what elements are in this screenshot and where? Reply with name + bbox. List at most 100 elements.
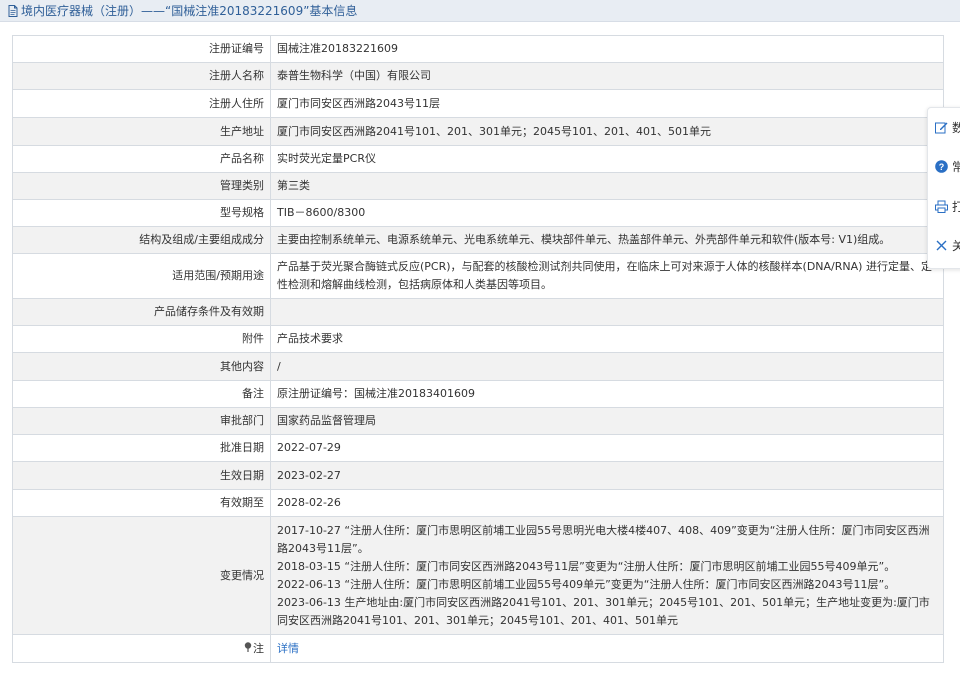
row-label: 变更情况 bbox=[220, 568, 264, 582]
info-row: 注册人名称 泰普生物科学（中国）有限公司 bbox=[12, 62, 944, 90]
row-value: 2023-02-27 bbox=[277, 468, 341, 482]
row-value: 国械注准20183221609 bbox=[277, 42, 398, 55]
pin-icon bbox=[244, 640, 252, 658]
info-row: 产品储存条件及有效期 bbox=[12, 298, 944, 326]
info-row: 管理类别 第三类 bbox=[12, 172, 944, 200]
info-row: 结构及组成/主要组成成分 主要由控制系统单元、电源系统单元、光电系统单元、模块部件… bbox=[12, 226, 944, 254]
document-icon bbox=[8, 4, 18, 17]
info-row: 审批部门 国家药品监督管理局 bbox=[12, 407, 944, 435]
change-history-cell: 2017-10-27 “注册人住所：厦门市思明区前埔工业园55号思明光电大楼4楼… bbox=[270, 516, 944, 635]
note-row: 注详情 bbox=[12, 634, 944, 663]
row-label-cell: 其他内容 bbox=[12, 352, 271, 381]
row-label-cell: 备注 bbox=[12, 380, 271, 408]
info-row: 生效日期 2023-02-27 bbox=[12, 461, 944, 490]
float-item-faq[interactable]: ? 常 bbox=[928, 156, 960, 176]
row-label-cell: 产品储存条件及有效期 bbox=[12, 298, 271, 326]
row-value-cell: 详情 bbox=[270, 634, 944, 663]
row-label-cell: 批准日期 bbox=[12, 434, 271, 462]
row-label-cell: 生产地址 bbox=[12, 117, 271, 146]
row-label: 注册人住所 bbox=[209, 96, 264, 110]
info-row: 备注 原注册证编号：国械注准20183401609 bbox=[12, 380, 944, 408]
row-value-cell: 第三类 bbox=[270, 172, 944, 200]
row-label: 型号规格 bbox=[220, 206, 264, 219]
row-label: 审批部门 bbox=[220, 414, 264, 427]
row-label: 注册证编号 bbox=[209, 42, 264, 55]
change-entry: 2022-06-13 “注册人住所：厦门市思明区前埔工业园55号409单元”变更… bbox=[277, 577, 896, 591]
row-value: 主要由控制系统单元、电源系统单元、光电系统单元、模块部件单元、热盖部件单元、外壳… bbox=[277, 233, 891, 246]
row-value-cell: TIB－8600/8300 bbox=[270, 199, 944, 227]
floating-toolbar: 数 ? 常 打 关 bbox=[927, 107, 960, 269]
row-label: 结构及组成/主要组成成分 bbox=[139, 233, 264, 246]
row-value: / bbox=[277, 359, 281, 373]
info-row: 生产地址 厦门市同安区西洲路2041号101、201、301单元；2045号101… bbox=[12, 117, 944, 146]
row-label-cell: 注 bbox=[12, 634, 271, 663]
info-row: 注册证编号 国械注准20183221609 bbox=[12, 35, 944, 63]
float-item-data[interactable]: 数 bbox=[928, 117, 960, 137]
row-value: 原注册证编号：国械注准20183401609 bbox=[277, 387, 475, 400]
row-label-cell: 注册人住所 bbox=[12, 89, 271, 118]
row-value-cell: 国家药品监督管理局 bbox=[270, 407, 944, 435]
row-value-cell: 厦门市同安区西洲路2041号101、201、301单元；2045号101、201… bbox=[270, 117, 944, 146]
row-label-cell: 注册人名称 bbox=[12, 62, 271, 90]
row-label-cell: 有效期至 bbox=[12, 489, 271, 517]
row-value-cell: 主要由控制系统单元、电源系统单元、光电系统单元、模块部件单元、热盖部件单元、外壳… bbox=[270, 226, 944, 254]
float-item-print[interactable]: 打 bbox=[928, 196, 960, 216]
row-value: 2028-02-26 bbox=[277, 496, 341, 509]
row-value: 产品基于荧光聚合酶链式反应(PCR)，与配套的核酸检测试剂共同使用，在临床上可对… bbox=[277, 260, 932, 291]
row-label-cell: 变更情况 bbox=[12, 516, 271, 635]
info-row: 型号规格 TIB－8600/8300 bbox=[12, 199, 944, 227]
row-value: 第三类 bbox=[277, 179, 310, 192]
row-label: 产品名称 bbox=[220, 152, 264, 165]
row-value-cell: 2022-07-29 bbox=[270, 434, 944, 462]
row-value-cell: 产品基于荧光聚合酶链式反应(PCR)，与配套的核酸检测试剂共同使用，在临床上可对… bbox=[270, 253, 944, 299]
row-value: 产品技术要求 bbox=[277, 332, 343, 345]
float-item-close[interactable]: 关 bbox=[928, 235, 960, 255]
row-value-cell: 泰普生物科学（中国）有限公司 bbox=[270, 62, 944, 90]
close-icon bbox=[934, 238, 948, 252]
row-value: 2022-07-29 bbox=[277, 441, 341, 454]
info-row: 产品名称 实时荧光定量PCR仪 bbox=[12, 145, 944, 173]
row-label-cell: 产品名称 bbox=[12, 145, 271, 173]
row-label: 备注 bbox=[242, 387, 264, 400]
row-value-cell: 实时荧光定量PCR仪 bbox=[270, 145, 944, 173]
info-row: 适用范围/预期用途 产品基于荧光聚合酶链式反应(PCR)，与配套的核酸检测试剂共同… bbox=[12, 253, 944, 299]
row-value-cell: 产品技术要求 bbox=[270, 325, 944, 353]
row-value-cell: 厦门市同安区西洲路2043号11层 bbox=[270, 89, 944, 118]
row-value: 国家药品监督管理局 bbox=[277, 414, 376, 427]
row-label: 附件 bbox=[242, 332, 264, 345]
row-value-cell: 国械注准20183221609 bbox=[270, 35, 944, 63]
row-label-cell: 生效日期 bbox=[12, 461, 271, 490]
row-value: TIB－8600/8300 bbox=[277, 206, 366, 219]
change-entry: 2017-10-27 “注册人住所：厦门市思明区前埔工业园55号思明光电大楼4楼… bbox=[277, 523, 930, 555]
row-label-cell: 附件 bbox=[12, 325, 271, 353]
row-label: 生效日期 bbox=[220, 468, 264, 482]
svg-text:?: ? bbox=[938, 162, 944, 172]
row-value-cell bbox=[270, 298, 944, 326]
row-label: 批准日期 bbox=[220, 441, 264, 454]
row-label: 注 bbox=[253, 641, 264, 655]
row-value-cell: 2028-02-26 bbox=[270, 489, 944, 517]
details-link[interactable]: 详情 bbox=[277, 642, 299, 655]
row-label: 有效期至 bbox=[220, 496, 264, 509]
page-title: 境内医疗器械（注册）——“国械注准20183221609”基本信息 bbox=[21, 4, 358, 18]
info-row: 附件 产品技术要求 bbox=[12, 325, 944, 353]
info-row: 注册人住所 厦门市同安区西洲路2043号11层 bbox=[12, 89, 944, 118]
change-entry: 2018-03-15 “注册人住所：厦门市同安区西洲路2043号11层”变更为“… bbox=[277, 559, 896, 573]
row-label: 生产地址 bbox=[220, 124, 264, 138]
change-entry: 2023-06-13 生产地址由:厦门市同安区西洲路2041号101、201、3… bbox=[277, 595, 930, 627]
row-label: 管理类别 bbox=[220, 179, 264, 192]
info-row: 批准日期 2022-07-29 bbox=[12, 434, 944, 462]
registration-info-table: 注册证编号 国械注准20183221609 注册人名称 泰普生物科学（中国）有限公司注… bbox=[12, 35, 944, 663]
info-row: 其他内容 / bbox=[12, 352, 944, 381]
row-value: 厦门市同安区西洲路2043号11层 bbox=[277, 96, 440, 110]
row-label-cell: 适用范围/预期用途 bbox=[12, 253, 271, 299]
edit-icon bbox=[934, 120, 948, 134]
row-label: 产品储存条件及有效期 bbox=[154, 305, 264, 318]
row-label-cell: 审批部门 bbox=[12, 407, 271, 435]
row-label-cell: 管理类别 bbox=[12, 172, 271, 200]
row-value: 厦门市同安区西洲路2041号101、201、301单元；2045号101、201… bbox=[277, 124, 711, 138]
row-label: 适用范围/预期用途 bbox=[172, 269, 264, 282]
row-label-cell: 结构及组成/主要组成成分 bbox=[12, 226, 271, 254]
row-value: 实时荧光定量PCR仪 bbox=[277, 152, 376, 165]
row-label-cell: 型号规格 bbox=[12, 199, 271, 227]
